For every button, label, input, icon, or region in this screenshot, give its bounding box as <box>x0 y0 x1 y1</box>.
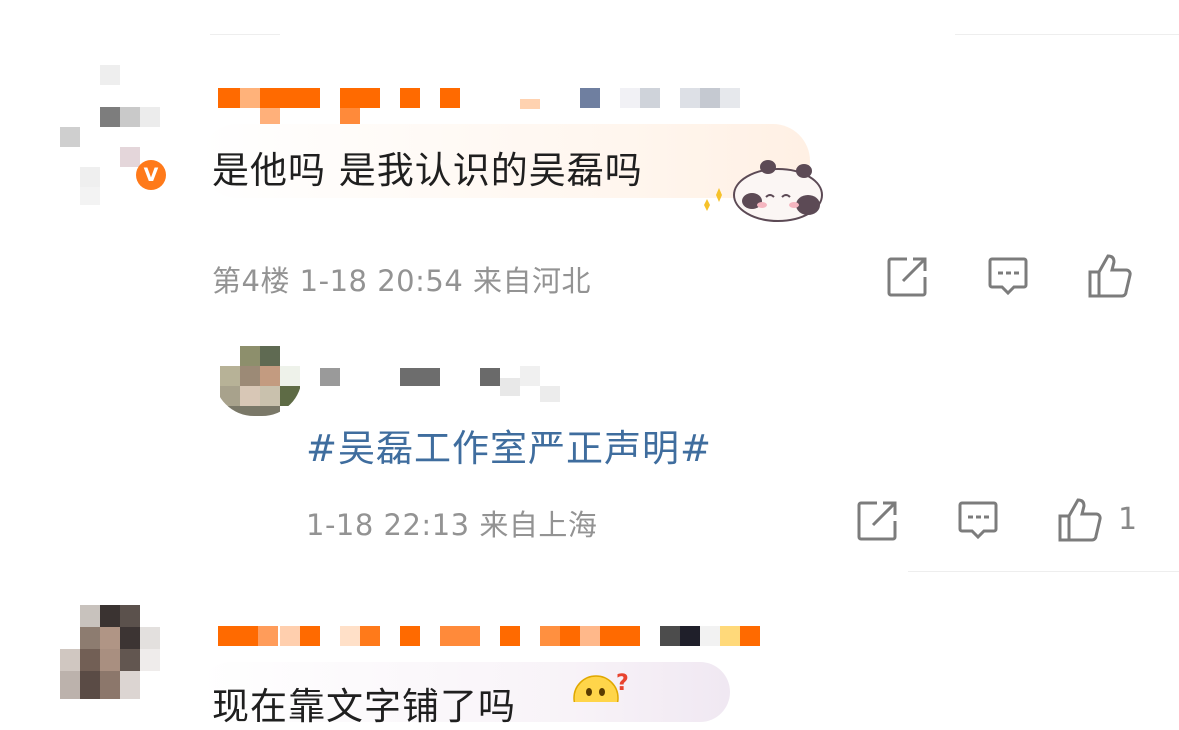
section-divider <box>908 571 1179 572</box>
username[interactable] <box>218 85 748 127</box>
share-icon[interactable] <box>885 255 929 299</box>
reply-avatar[interactable] <box>214 346 302 416</box>
sticker-panda-icon <box>704 160 823 222</box>
emoji-thinking-icon: ? <box>573 672 629 702</box>
username[interactable] <box>218 626 763 648</box>
like-icon[interactable] <box>1086 252 1134 300</box>
like-icon[interactable] <box>1056 496 1104 544</box>
avatar[interactable] <box>60 605 170 699</box>
topic-link[interactable]: #吴磊工作室严正声明# <box>306 418 712 472</box>
comment-text: 是他吗 是我认识的吴磊吗 <box>212 149 643 192</box>
top-divider-right <box>955 34 1179 35</box>
comment-icon[interactable] <box>986 255 1030 299</box>
svg-text:?: ? <box>616 672 629 696</box>
reply-username[interactable] <box>318 366 568 406</box>
top-divider-left <box>210 34 280 35</box>
comment-icon[interactable] <box>956 499 1000 543</box>
reply-meta: 1-18 22:13 来自上海 <box>306 508 598 542</box>
share-icon[interactable] <box>855 499 899 543</box>
comment-meta: 第4楼 1-18 20:54 来自河北 <box>212 264 591 298</box>
verified-badge-icon: V <box>136 160 166 190</box>
like-count: 1 <box>1118 502 1138 537</box>
comment-text: 现在靠文字铺了吗 <box>212 685 516 728</box>
